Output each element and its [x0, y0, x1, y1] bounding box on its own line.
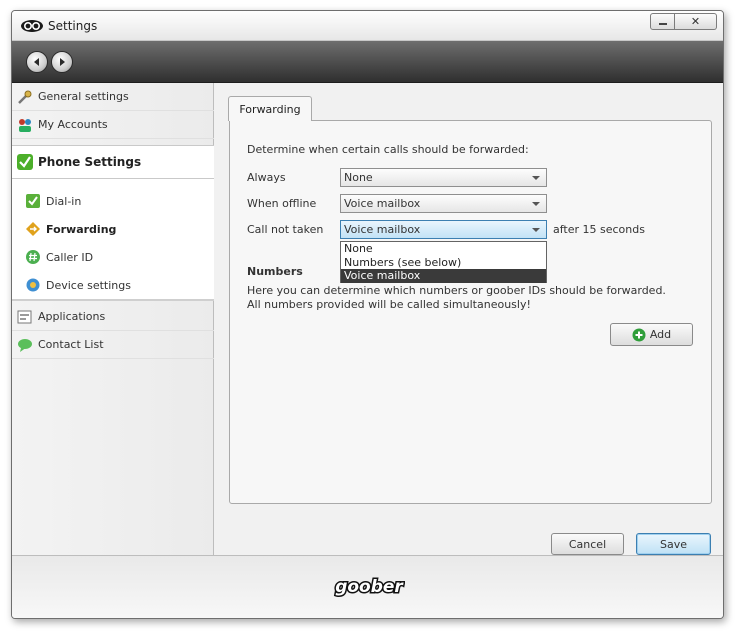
window-controls: ✕ — [650, 13, 717, 30]
save-button[interactable]: Save — [636, 533, 711, 555]
navigation-bar — [12, 41, 723, 83]
always-select[interactable]: None — [340, 168, 547, 187]
close-icon: ✕ — [690, 15, 701, 28]
close-button[interactable]: ✕ — [675, 13, 717, 30]
chevron-down-icon — [532, 176, 540, 180]
sidebar-item-caller-id[interactable]: Caller ID — [12, 243, 214, 271]
chevron-down-icon — [532, 228, 540, 232]
sidebar-item-applications[interactable]: Applications — [12, 303, 214, 331]
contact-bubble-icon — [17, 337, 33, 353]
plus-circle-icon — [632, 328, 646, 342]
goober-app-icon — [21, 20, 43, 32]
applications-icon — [17, 309, 33, 325]
sidebar-subitem-label: Device settings — [46, 278, 131, 292]
settings-sidebar: General settings My Accounts Phone Setti… — [12, 83, 214, 555]
sidebar-item-my-accounts[interactable]: My Accounts — [12, 111, 214, 139]
sidebar-item-label: Phone Settings — [38, 155, 142, 169]
tab-forwarding[interactable]: Forwarding — [228, 96, 312, 121]
settings-window: Settings ✕ General settings My Accounts … — [11, 10, 724, 619]
dropdown-option-voice-mailbox[interactable]: Voice mailbox — [341, 269, 546, 283]
svg-text:goober: goober — [335, 577, 404, 597]
footer-bar: goober — [12, 555, 723, 618]
call-not-taken-select[interactable]: Voice mailbox — [340, 220, 547, 239]
always-select-value: None — [344, 171, 373, 184]
hash-icon — [26, 250, 40, 264]
call-not-taken-dropdown-list: None Numbers (see below) Voice mailbox — [340, 241, 547, 283]
when-offline-select-value: Voice mailbox — [344, 197, 421, 210]
title-bar: Settings ✕ — [12, 11, 723, 41]
forwarding-icon — [26, 222, 40, 236]
numbers-description: Here you can determine which numbers or … — [247, 284, 666, 312]
goober-logo: goober — [334, 576, 405, 598]
sidebar-item-contact-list[interactable]: Contact List — [12, 331, 214, 359]
main-content: Forwarding Determine when certain calls … — [215, 83, 723, 555]
when-offline-label: When offline — [247, 197, 317, 210]
sidebar-subitem-label: Dial-in — [46, 194, 82, 208]
numbers-heading: Numbers — [247, 265, 303, 278]
chevron-down-icon — [532, 202, 540, 206]
back-arrow-icon — [34, 58, 39, 66]
sidebar-item-label: My Accounts — [38, 118, 108, 131]
device-icon — [26, 278, 40, 292]
minimize-icon — [658, 23, 667, 25]
sidebar-item-forwarding[interactable]: Forwarding — [12, 215, 214, 243]
sidebar-item-label: Contact List — [38, 338, 104, 351]
sidebar-item-label: General settings — [38, 90, 129, 103]
numbers-description-line: Here you can determine which numbers or … — [247, 284, 666, 297]
add-button-label: Add — [649, 328, 672, 341]
dropdown-option-numbers[interactable]: Numbers (see below) — [341, 256, 546, 270]
always-label: Always — [247, 171, 286, 184]
dropdown-option-none[interactable]: None — [341, 242, 546, 256]
add-number-button[interactable]: Add — [610, 323, 693, 346]
window-title: Settings — [48, 19, 98, 33]
sidebar-item-general-settings[interactable]: General settings — [12, 83, 214, 111]
forward-arrow-icon — [60, 58, 65, 66]
after-seconds-text: after 15 seconds — [553, 223, 645, 236]
when-offline-select[interactable]: Voice mailbox — [340, 194, 547, 213]
accounts-icon — [17, 117, 33, 133]
sidebar-subitem-label: Caller ID — [46, 250, 94, 264]
call-not-taken-select-value: Voice mailbox — [344, 223, 421, 236]
forwarding-panel: Determine when certain calls should be f… — [229, 120, 712, 504]
sidebar-item-label: Applications — [38, 310, 106, 323]
check-icon — [26, 194, 40, 208]
forwarding-intro-text: Determine when certain calls should be f… — [247, 143, 529, 156]
sidebar-item-device-settings[interactable]: Device settings — [12, 271, 214, 299]
sidebar-subitem-label: Forwarding — [46, 222, 117, 236]
forward-button[interactable] — [51, 51, 73, 73]
cancel-button[interactable]: Cancel — [551, 533, 624, 555]
numbers-description-line: All numbers provided will be called simu… — [247, 298, 531, 311]
phone-settings-subitems: Dial-in Forwarding Caller ID Device sett… — [12, 179, 214, 301]
wrench-icon — [17, 89, 33, 105]
minimize-button[interactable] — [650, 13, 675, 30]
sidebar-item-dial-in[interactable]: Dial-in — [12, 187, 214, 215]
checkmark-icon — [17, 154, 33, 170]
sidebar-item-phone-settings[interactable]: Phone Settings — [12, 145, 214, 179]
call-not-taken-label: Call not taken — [247, 223, 324, 236]
back-button[interactable] — [26, 51, 48, 73]
